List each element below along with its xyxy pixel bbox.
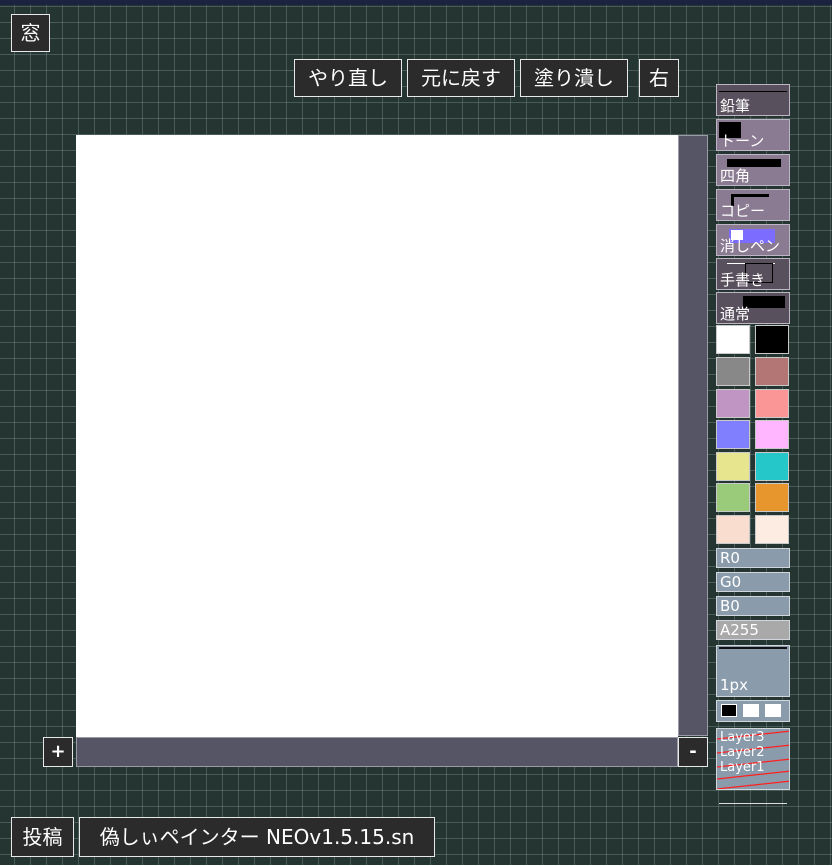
tool-eraser-pen[interactable]: 消しペン — [716, 224, 790, 256]
brush-size-label: 1px — [720, 676, 748, 694]
mask-white-swatch[interactable] — [743, 704, 759, 717]
tool-freehand-label: 手書き — [720, 271, 766, 289]
tool-freehand[interactable]: 手書き — [716, 258, 790, 290]
mask-selector — [716, 700, 790, 722]
zoom-out-button[interactable]: - — [678, 737, 708, 767]
mask-white-swatch-2[interactable] — [765, 704, 781, 717]
top-border — [0, 0, 832, 5]
layer-panel: Layer3 Layer2 Layer1 — [716, 728, 790, 790]
tool-blend-normal[interactable]: 通常 — [716, 292, 790, 324]
pencil-line-icon — [719, 91, 787, 92]
undo-button[interactable]: 元に戻す — [407, 59, 515, 97]
color-swatch[interactable] — [755, 515, 789, 544]
tool-copy-label: コピー — [720, 202, 766, 220]
color-swatch[interactable] — [716, 452, 750, 481]
tool-tone[interactable]: トーン — [716, 119, 790, 151]
redo-button[interactable]: やり直し — [294, 59, 402, 97]
toolbar-side-button[interactable]: 右 — [639, 59, 679, 97]
color-swatch[interactable] — [716, 357, 750, 386]
mask-black-swatch[interactable] — [721, 704, 737, 717]
vertical-scrollbar[interactable] — [678, 135, 708, 736]
color-swatch[interactable] — [716, 483, 750, 512]
color-swatch[interactable] — [755, 452, 789, 481]
horizontal-scrollbar[interactable] — [76, 737, 678, 767]
app-name-link[interactable]: 偽しぃペインター NEOv1.5.15.sn — [79, 817, 435, 857]
color-swatch[interactable] — [755, 325, 789, 354]
color-swatch[interactable] — [716, 389, 750, 418]
color-swatch[interactable] — [755, 420, 789, 449]
layer-item[interactable]: Layer2 — [720, 746, 765, 760]
rectangle-fill-icon — [727, 159, 781, 167]
tool-eraser-pen-label: 消しペン — [720, 237, 781, 255]
color-swatch[interactable] — [755, 357, 789, 386]
color-swatch[interactable] — [755, 389, 789, 418]
tool-rectangle[interactable]: 四角 — [716, 154, 790, 186]
drawing-canvas[interactable] — [76, 135, 678, 737]
tool-copy[interactable]: コピー — [716, 189, 790, 221]
layer-panel-underline — [719, 803, 787, 804]
brush-size-preview-line — [719, 647, 787, 649]
layer-item[interactable]: Layer3 — [720, 731, 765, 745]
red-slider[interactable]: R0 — [716, 548, 790, 568]
zoom-in-button[interactable]: + — [43, 737, 73, 767]
color-swatch[interactable] — [755, 483, 789, 512]
layer-item[interactable]: Layer1 — [720, 761, 765, 775]
color-swatch[interactable] — [716, 325, 750, 354]
green-slider[interactable]: G0 — [716, 572, 790, 592]
tool-pencil[interactable]: 鉛筆 — [716, 84, 790, 116]
tool-rectangle-label: 四角 — [720, 167, 751, 185]
blue-slider[interactable]: B0 — [716, 596, 790, 616]
tool-blend-normal-label: 通常 — [720, 305, 751, 323]
tool-pencil-label: 鉛筆 — [720, 97, 751, 115]
alpha-slider[interactable]: A255 — [716, 620, 790, 640]
tool-tone-label: トーン — [720, 132, 765, 150]
copy-shape-icon — [731, 194, 769, 197]
color-swatch[interactable] — [716, 420, 750, 449]
brush-size-slider[interactable]: 1px — [716, 645, 790, 697]
window-button[interactable]: 窓 — [11, 14, 50, 52]
color-swatch[interactable] — [716, 515, 750, 544]
fill-button[interactable]: 塗り潰し — [520, 59, 628, 97]
post-button[interactable]: 投稿 — [11, 817, 74, 857]
